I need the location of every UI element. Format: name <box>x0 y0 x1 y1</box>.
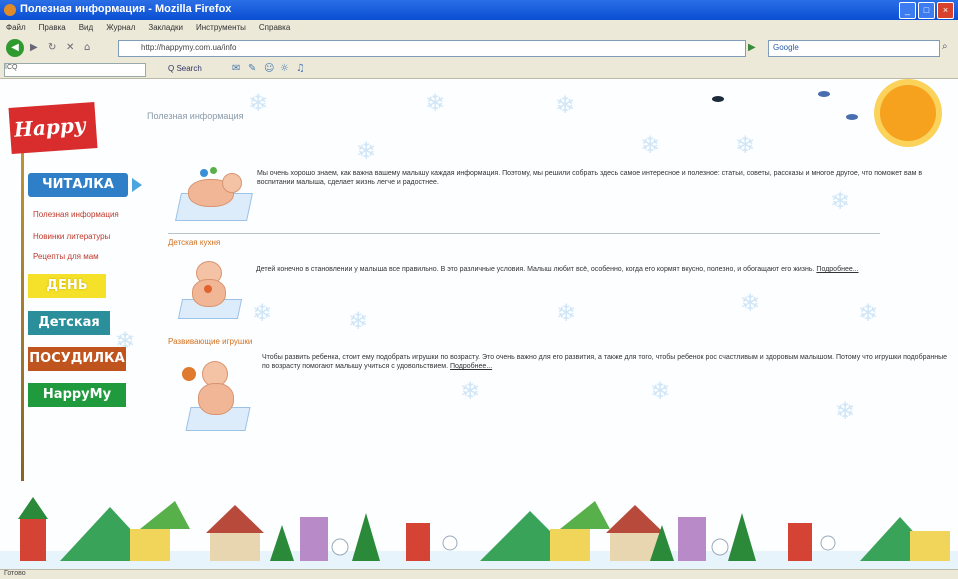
page-content: ❄ ❄ ❄ ❄ ❄ ❄ ❄ ❄ ❄ ❄ ❄ ❄ ❄ ❄ ❄ ❄ Happy ЧИ… <box>0 79 958 569</box>
baby-head <box>222 173 242 193</box>
snowflake-icon: ❄ <box>830 187 851 215</box>
section-heading-toys: Развивающие игрушки <box>168 337 253 346</box>
section-text-kitchen: Детей конечно в становлении у малыша все… <box>256 265 906 274</box>
search-engine-label: Google <box>773 43 799 52</box>
search-box[interactable]: Google <box>768 40 940 57</box>
baby-illustration <box>176 355 252 435</box>
snowflake-icon: ❄ <box>835 397 856 425</box>
sublink-recipes[interactable]: Рецепты для мам <box>33 252 99 261</box>
browser-window: Полезная информация - Mozilla Firefox _ … <box>0 0 958 579</box>
snowflake-icon: ❄ <box>650 377 671 405</box>
page-title: Полезная информация <box>147 111 244 121</box>
snowflake-icon: ❄ <box>425 89 446 117</box>
toy <box>182 367 196 381</box>
intro-text: Мы очень хорошо знаем, как важна вашему … <box>257 170 923 186</box>
status-text: Готово <box>4 570 26 577</box>
baby-body <box>198 383 234 415</box>
houses-border-decoration <box>0 497 958 569</box>
toolbar-icon-3[interactable]: ☺ <box>264 63 274 74</box>
title-bar: Полезная информация - Mozilla Firefox _ … <box>0 0 958 20</box>
maximize-button[interactable]: □ <box>918 2 935 19</box>
active-arrow-icon <box>132 178 142 192</box>
snowflake-icon: ❄ <box>348 307 369 335</box>
navigation-toolbar: ◀ ▶ ↻ ✕ ⌂ http://happymy.com.ua/info ▶ G… <box>0 35 958 62</box>
nav-button-posudilka[interactable]: ПОСУДИЛКА <box>28 347 126 371</box>
snowflake-icon: ❄ <box>555 91 576 119</box>
snowflake-icon: ❄ <box>356 137 377 165</box>
address-bar[interactable]: http://happymy.com.ua/info <box>118 40 746 57</box>
section-heading-kitchen: Детская кухня <box>168 238 221 247</box>
snowflake-icon: ❄ <box>740 289 761 317</box>
nav-button-read[interactable]: ЧИТАЛКА <box>28 173 128 197</box>
house-group-2 <box>480 501 950 561</box>
icq-input[interactable]: ICQ <box>4 63 146 77</box>
section-body-toys: Чтобы развить ребенка, стоит ему подобра… <box>262 354 948 370</box>
logo-text: Happy <box>13 112 87 142</box>
menu-bar: Файл Правка Вид Журнал Закладки Инструме… <box>0 20 958 35</box>
toy <box>204 285 212 293</box>
stop-button[interactable]: ✕ <box>66 42 74 54</box>
toolbar-icon-2[interactable]: ✎ <box>248 63 256 74</box>
snowflake-icon: ❄ <box>735 131 756 159</box>
bird-decoration <box>712 96 724 102</box>
baby-body <box>192 279 226 307</box>
toolbar-icon-1[interactable]: ✉ <box>232 63 240 74</box>
window-controls: _ □ × <box>899 2 954 19</box>
section-body-kitchen: Детей конечно в становлении у малыша все… <box>256 266 815 273</box>
menu-edit[interactable]: Правка <box>33 20 73 35</box>
menu-bookmarks[interactable]: Закладки <box>142 20 190 35</box>
nav-button-happymy[interactable]: HappyMy <box>28 383 126 407</box>
section-text-toys: Чтобы развить ребенка, стоит ему подобра… <box>262 353 956 371</box>
firefox-icon <box>4 4 16 16</box>
section-divider <box>168 233 880 234</box>
toy <box>210 167 217 174</box>
read-more-link[interactable]: Подробнее... <box>816 266 858 273</box>
menu-view[interactable]: Вид <box>73 20 100 35</box>
toy <box>200 169 208 177</box>
reload-button[interactable]: ↻ <box>48 42 56 54</box>
site-logo[interactable]: Happy <box>8 102 98 154</box>
menu-tools[interactable]: Инструменты <box>190 20 253 35</box>
sublink-new-literature[interactable]: Новинки литературы <box>33 232 110 241</box>
snowflake-icon: ❄ <box>640 131 661 159</box>
home-button[interactable]: ⌂ <box>84 42 90 54</box>
bird-decoration <box>818 91 830 97</box>
baby-illustration <box>172 165 253 225</box>
url-text: http://happymy.com.ua/info <box>141 43 237 52</box>
sublink-useful-info[interactable]: Полезная информация <box>33 210 119 219</box>
sun-decoration <box>880 85 936 141</box>
snowflake-icon: ❄ <box>460 377 481 405</box>
minimize-button[interactable]: _ <box>899 2 916 19</box>
snowflake-icon: ❄ <box>248 89 269 117</box>
menu-history[interactable]: Журнал <box>100 20 142 35</box>
snowflake-icon: ❄ <box>556 299 577 327</box>
read-more-link[interactable]: Подробнее... <box>450 363 492 370</box>
bookmarks-search-button[interactable]: Q Search <box>168 64 202 73</box>
baby-illustration <box>176 259 246 321</box>
snowflake-icon: ❄ <box>858 299 879 327</box>
go-button[interactable]: ▶ <box>748 42 756 53</box>
sidebar-pole <box>21 111 24 481</box>
search-icon[interactable]: ⌕ <box>942 41 948 52</box>
status-bar: Готово <box>0 569 958 579</box>
bird-decoration <box>846 114 858 120</box>
bookmarks-toolbar: ICQ Q Search ✉ ✎ ☺ ☼ ♫ <box>0 61 958 79</box>
menu-file[interactable]: Файл <box>0 20 33 35</box>
nav-button-day[interactable]: ДЕНЬ <box>28 274 106 298</box>
window-title: Полезная информация - Mozilla Firefox <box>20 3 232 15</box>
nav-button-kids[interactable]: Детская <box>28 311 110 335</box>
snowflake-icon: ❄ <box>252 299 273 327</box>
toolbar-icon-4[interactable]: ☼ <box>280 63 289 74</box>
back-button[interactable]: ◀ <box>6 39 24 57</box>
close-button[interactable]: × <box>937 2 954 19</box>
toolbar-icon-5[interactable]: ♫ <box>296 63 305 74</box>
menu-help[interactable]: Справка <box>253 20 297 35</box>
forward-button[interactable]: ▶ <box>30 42 38 54</box>
